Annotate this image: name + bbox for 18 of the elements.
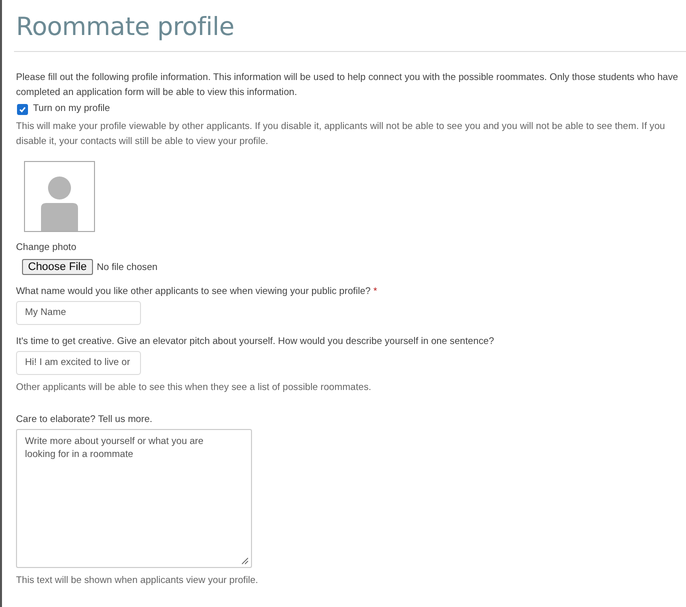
- page-title: Roommate profile: [14, 0, 686, 52]
- field-label: What name would you like other applicants to see when viewing your public profile? *: [16, 285, 378, 298]
- intro-text: Please fill out the following profile information. This information will be used to help connect you with the possible roommates. Only those students who have completed an application form will be able to view this information.: [16, 71, 680, 100]
- photo-label: Change photo: [16, 241, 78, 255]
- help-text: Other applicants will be able to see this when they see a list of possible roommates.: [16, 381, 372, 395]
- resize-grip-icon[interactable]: [241, 557, 249, 565]
- checkbox-label: Turn on my profile: [33, 103, 110, 115]
- help-text: This will make your profile viewable by other applicants. If you disable it, applicants will not be able to see you and you will not be able to see them. If you disable it, your contacts will still be able to view your profile.: [16, 120, 666, 149]
- checkbox[interactable]: [17, 104, 28, 114]
- input-field[interactable]: Hi! I am excited to live or: [16, 351, 141, 375]
- field-label: It's time to get creative. Give an elevator pitch about yourself. How would you describe yourself in one sentence?: [16, 335, 496, 348]
- textarea-field[interactable]: Write more about yourself or what you are looking for in a roommate: [16, 429, 252, 568]
- file-status: No file chosen: [96, 262, 158, 272]
- input-field[interactable]: My Name: [16, 301, 141, 325]
- avatar-placeholder-icon: [24, 161, 95, 232]
- help-text: This text will be shown when applicants view your profile.: [16, 574, 260, 588]
- field-label: Care to elaborate? Tell us more.: [16, 413, 154, 426]
- choose-file-button[interactable]: Choose File: [22, 259, 93, 275]
